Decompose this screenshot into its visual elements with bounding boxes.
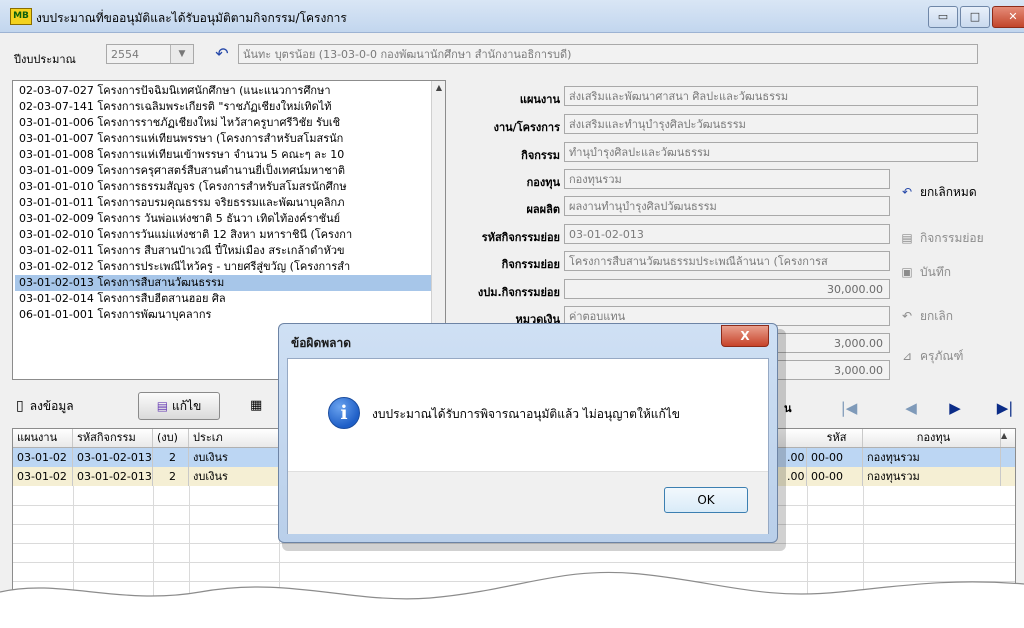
list-item[interactable]: 03-01-02-010 โครงการวันแม่แห่งชาติ 12 สิ… [15, 227, 431, 243]
field-label: กิจกรรม [521, 149, 560, 162]
edit-icon: ▤ [156, 399, 169, 413]
grid-cell: 03-01-02 [13, 448, 73, 467]
grid-header-cell[interactable]: (งบ) [153, 429, 189, 447]
scroll-up-icon[interactable]: ▲ [432, 81, 445, 95]
year-label: ปีงบประมาณ [14, 53, 76, 66]
grid-cell: 2 [153, 467, 189, 486]
chevron-down-icon[interactable]: ▼ [170, 45, 193, 63]
list-item[interactable]: 06-01-01-001 โครงการพัฒนาบุคลากร [15, 307, 431, 323]
list-item[interactable]: 03-01-01-011 โครงการอบรมคุณธรรม จริยธรรม… [15, 195, 431, 211]
list-item[interactable]: 02-03-07-027 โครงการปัจฉิมนิเทศนักศึกษา … [15, 83, 431, 99]
grid-header-cell[interactable]: ประเภ [189, 429, 279, 447]
sub-activity-button[interactable]: ▤ กิจกรรมย่อย [898, 228, 1010, 248]
nav-first-button[interactable]: |◀ [836, 396, 862, 420]
list-item[interactable]: 03-01-02-014 โครงการสืบฮีตสานฮอย ศิล [15, 291, 431, 307]
field-label: แผนงาน [519, 93, 560, 106]
list-item[interactable]: 03-01-01-010 โครงการธรรมสัญจร (โครงการสำ… [15, 179, 431, 195]
durable-button[interactable]: ⊿ ครุภัณฑ์ [898, 346, 1010, 366]
dialog-close-button[interactable]: X [721, 325, 769, 347]
list-item[interactable]: 03-01-02-009 โครงการ วันพ่อแห่งชาติ 5 ธั… [15, 211, 431, 227]
grid-cell: 2 [153, 448, 189, 467]
field-label: รหัสกิจกรรมย่อย [481, 231, 560, 244]
document-icon: ▤ [901, 231, 913, 245]
dialog-title: ข้อผิดพลาด [291, 336, 352, 350]
torn-edge [0, 571, 1024, 628]
sort-up-icon[interactable]: ▲ [1001, 431, 1013, 440]
add-button[interactable]: ▯ ลงข้อมูล [16, 392, 136, 420]
cancel-all-button[interactable]: ↶ ยกเลิกหมด [898, 182, 1010, 202]
grid-cell: กองทุนรวม [863, 448, 1001, 467]
grid-header-cell[interactable]: กองทุน [863, 429, 1001, 447]
list-item[interactable]: 03-01-01-009 โครงการครุศาสตร์สืบสานตำนาน… [15, 163, 431, 179]
activity-field: ทำนุบำรุงศิลปะและวัฒนธรรม [564, 142, 978, 162]
new-document-icon: ▯ [16, 398, 24, 414]
calculator-icon[interactable]: ▦ [250, 392, 276, 420]
field-label: งปม.กิจกรรมย่อย [477, 286, 560, 299]
field-label: งาน/โครงการ [493, 121, 560, 134]
dialog-content: i งบประมาณได้รับการพิจารณาอนุมัติแล้ว ไม… [287, 358, 769, 534]
chart-icon: ⊿ [901, 349, 913, 363]
grid-header-cell[interactable]: รหัสกิจกรรม [73, 429, 153, 447]
grid-header-cell[interactable]: รหัส [807, 429, 863, 447]
undo-icon: ↶ [901, 309, 913, 323]
grid-cell: .00 [783, 467, 807, 486]
plan-field: ส่งเสริมและพัฒนาศาสนา ศิลปะและวัฒนธรรม [564, 86, 978, 106]
nav-next-button[interactable]: ▶ [942, 396, 968, 420]
grid-cell: กองทุนรวม [863, 467, 1001, 486]
main-window: MB งบประมาณที่ขออนุมัติและได้รับอนุมัติต… [0, 0, 1024, 628]
maximize-button[interactable]: □ [960, 6, 990, 28]
floppy-icon: ▣ [901, 265, 913, 279]
field-label: ผลผลิต [526, 203, 560, 216]
save-button[interactable]: ▣ บันทึก [898, 262, 1010, 282]
ok-button[interactable]: OK [664, 487, 748, 513]
window-title: งบประมาณที่ขออนุมัติและได้รับอนุมัติตามก… [36, 11, 347, 25]
close-button[interactable]: ✕ [992, 6, 1024, 28]
grid-cell: งบเงินร [189, 448, 279, 467]
field-label: กองทุน [526, 176, 560, 189]
nav-last-button[interactable]: ▶| [992, 396, 1018, 420]
user-field: นันทะ บุตรน้อย (13-03-0-0 กองพัฒนานักศึก… [238, 44, 978, 64]
grid-cell: .00 [783, 448, 807, 467]
sub-activity-code-field: 03-01-02-013 [564, 224, 890, 244]
sub-activity-field: โครงการสืบสานวัฒนธรรมประเพณีล้านนา (โครง… [564, 251, 890, 271]
grid-cell: งบเงินร [189, 467, 279, 486]
output-field: ผลงานทำนุบำรุงศิลปวัฒนธรรม [564, 196, 890, 216]
field-label: กิจกรรมย่อย [501, 258, 560, 271]
grid-cell: 03-01-02 [13, 467, 73, 486]
grid-header-cell[interactable]: แผนงาน [13, 429, 73, 447]
grid-cell: 03-01-02-013 [73, 467, 153, 486]
title-bar: MB งบประมาณที่ขออนุมัติและได้รับอนุมัติต… [0, 0, 1024, 33]
list-item[interactable]: 03-01-02-011 โครงการ สืบสานป๋าเวณี ปี๋ให… [15, 243, 431, 259]
list-item[interactable]: 02-03-07-141 โครงการเฉลิมพระเกียรติ "ราช… [15, 99, 431, 115]
list-item[interactable]: 03-01-02-012 โครงการประเพณีไหว้ครู - บาย… [15, 259, 431, 275]
list-item[interactable]: 03-01-01-006 โครงการราชภัฏเชียงใหม่ ไหว้… [15, 115, 431, 131]
grid-cell: 00-00 [807, 448, 863, 467]
list-item-selected[interactable]: 03-01-02-013 โครงการสืบสานวัฒนธรรม [15, 275, 431, 291]
grid-cell: 03-01-02-013 [73, 448, 153, 467]
fund-field: กองทุนรวม [564, 169, 890, 189]
nav-prev-button[interactable]: ◀ [898, 396, 924, 420]
dialog-message: งบประมาณได้รับการพิจารณาอนุมัติแล้ว ไม่อ… [372, 407, 680, 421]
cancel-button[interactable]: ↶ ยกเลิก [898, 306, 1010, 326]
grid-cell: 00-00 [807, 467, 863, 486]
app-logo-icon: MB [10, 8, 32, 25]
sub-activity-budget-field: 30,000.00 [564, 279, 890, 299]
list-item[interactable]: 03-01-01-007 โครงการแห่เทียนพรรษา (โครงก… [15, 131, 431, 147]
error-dialog: ข้อผิดพลาด X i งบประมาณได้รับการพิจารณาอ… [278, 323, 778, 543]
edit-button[interactable]: ▤ แก้ไข [138, 392, 220, 420]
undo-icon: ↶ [901, 185, 913, 199]
project-field: ส่งเสริมและทำนุบำรุงศิลปะวัฒนธรรม [564, 114, 978, 134]
undo-icon[interactable]: ↶ [212, 44, 232, 64]
minimize-button[interactable]: ▭ [928, 6, 958, 28]
list-item[interactable]: 03-01-01-008 โครงการแห่เทียนเข้าพรรษา จำ… [15, 147, 431, 163]
info-icon: i [328, 397, 360, 429]
